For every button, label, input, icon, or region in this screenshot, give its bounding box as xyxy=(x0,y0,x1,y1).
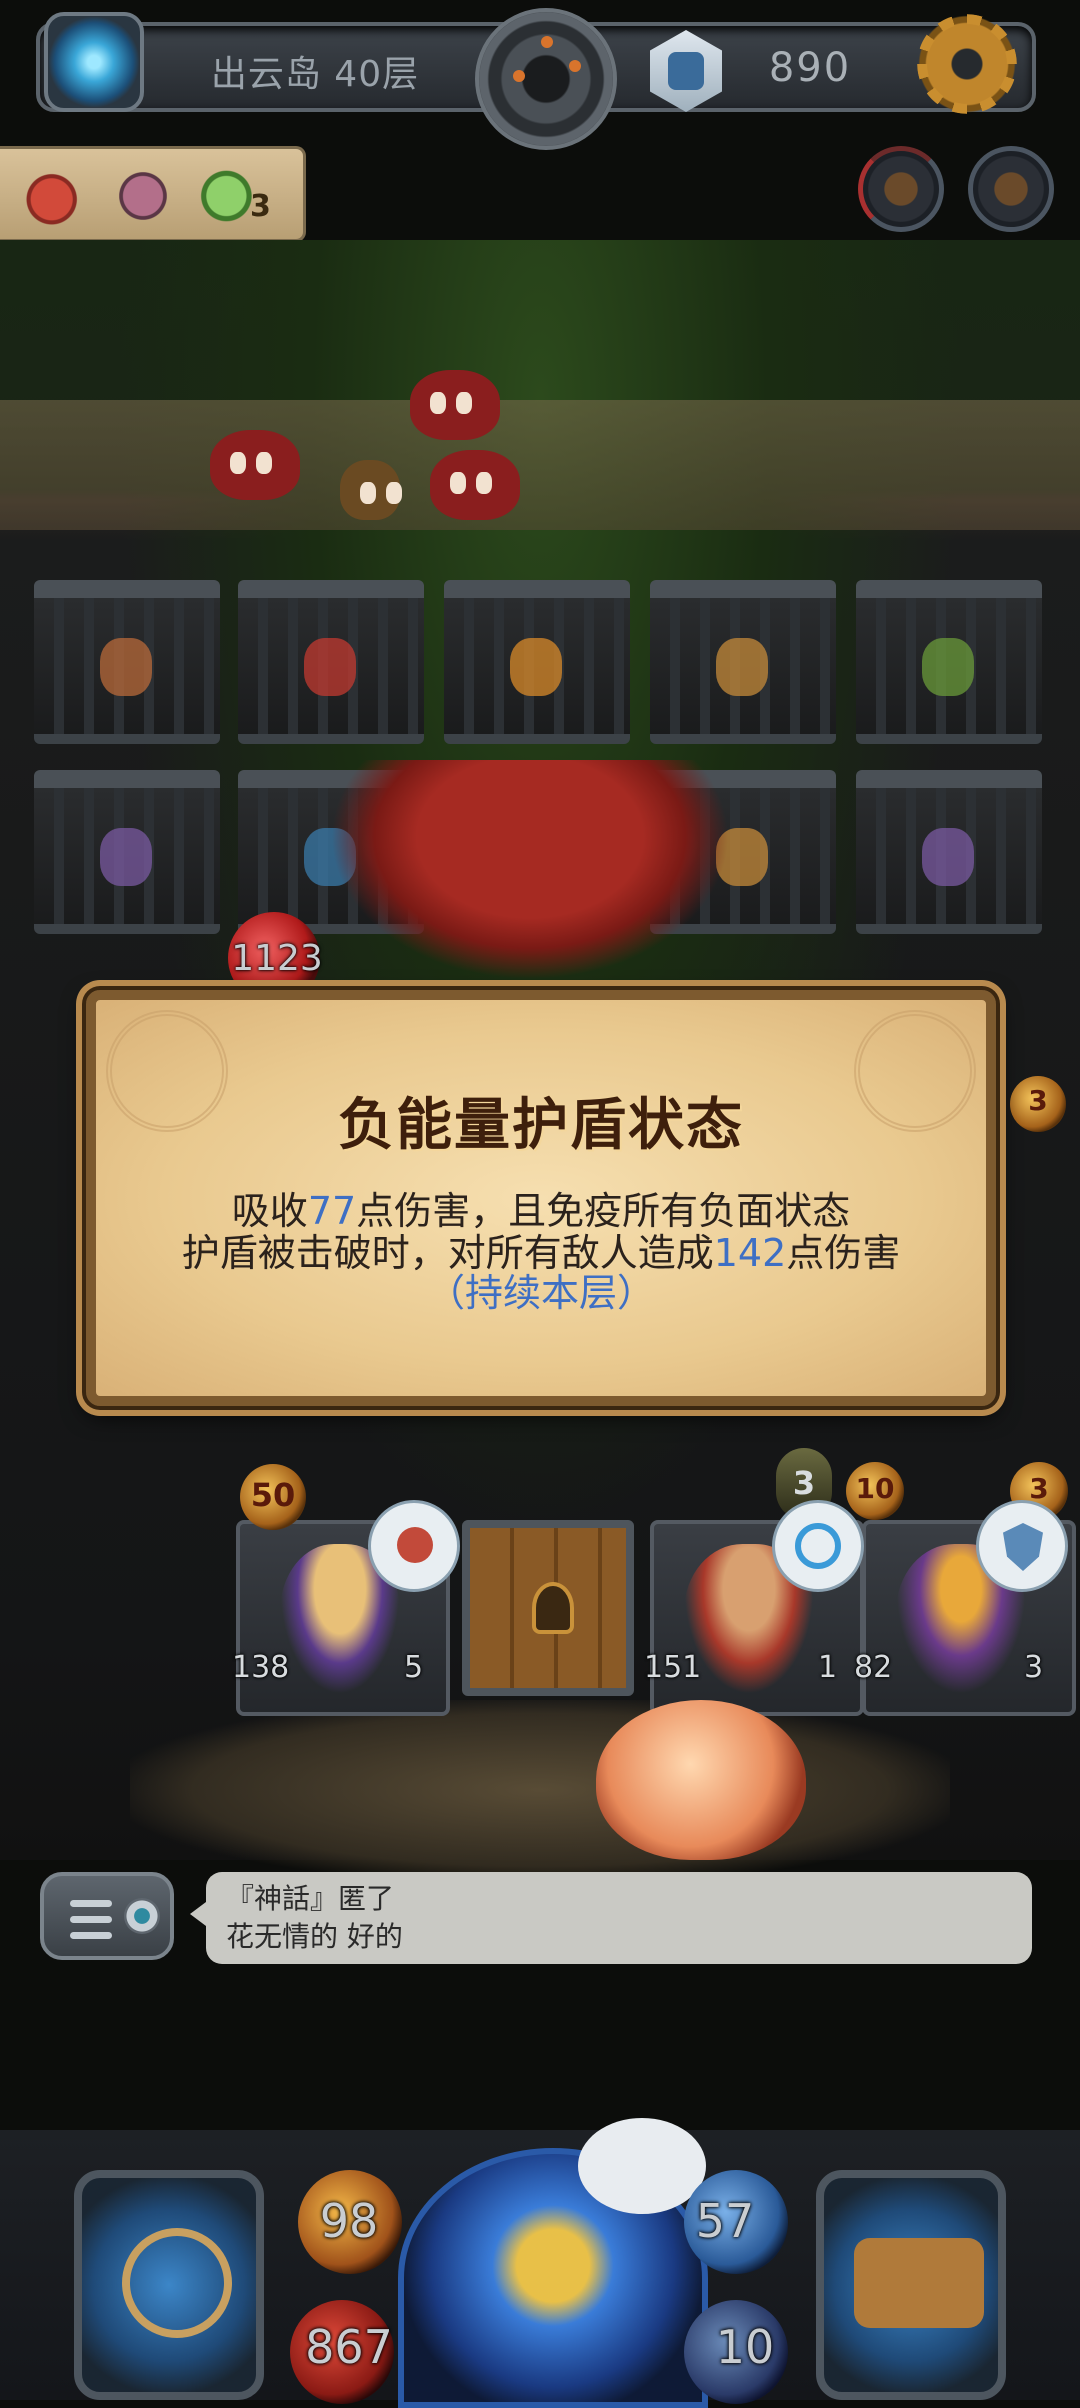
gear-dot-icon xyxy=(541,36,553,48)
status-info-dialog[interactable]: 负能量护盾状态 吸收77点伤害，且免疫所有负面状态 护盾被击破时，对所有敌人造成… xyxy=(86,990,996,1406)
hero-armor: 5 xyxy=(404,1650,424,1685)
cage-slot[interactable] xyxy=(34,770,220,934)
chat-line-2: 花无情的 好的 xyxy=(226,1918,1012,1956)
hero-hp: 138 xyxy=(232,1650,290,1685)
center-gear-icon[interactable] xyxy=(475,8,617,150)
cage-slot[interactable] xyxy=(856,770,1042,934)
dialog-duration: （持续本层） xyxy=(426,1271,655,1315)
boss-claws xyxy=(210,370,670,530)
orb-buff-icon[interactable] xyxy=(110,163,176,229)
compass-skill-slot[interactable] xyxy=(74,2170,264,2400)
hero-hp: 82 xyxy=(854,1650,893,1685)
status-bubble-icon xyxy=(772,1500,864,1592)
buff-tray[interactable]: 3 xyxy=(0,146,306,242)
enemy-portrait-badge[interactable] xyxy=(968,146,1054,232)
portal-icon[interactable] xyxy=(44,12,144,112)
chat-message: 好的 xyxy=(346,1920,403,1953)
claw-icon xyxy=(430,450,520,520)
cage-slot[interactable] xyxy=(34,580,220,744)
gear-dot-icon xyxy=(513,70,525,82)
settings-gear-icon[interactable] xyxy=(915,12,1019,116)
defense-value: 57 xyxy=(695,2194,755,2248)
whirl-icon xyxy=(795,1523,841,1569)
cage-slot[interactable] xyxy=(444,580,630,744)
peach-pot-icon[interactable] xyxy=(596,1700,806,1860)
caged-item-icon xyxy=(716,638,768,696)
camera-icon xyxy=(124,1898,160,1934)
compass-icon xyxy=(122,2228,232,2338)
cage-slot[interactable] xyxy=(650,580,836,744)
claw-icon xyxy=(210,430,300,500)
hp-value: 867 xyxy=(305,2320,393,2374)
demon-boss[interactable] xyxy=(330,760,730,980)
caged-item-icon xyxy=(922,828,974,886)
menu-bar-icon xyxy=(70,1916,112,1923)
cage-slot[interactable] xyxy=(238,580,424,744)
hero-armor: 1 xyxy=(818,1650,838,1685)
sand-floor xyxy=(130,1700,950,1880)
shield-icon xyxy=(1003,1523,1043,1571)
rage-icon xyxy=(397,1527,433,1563)
hero-attack-badge: 50 xyxy=(240,1464,306,1530)
chat-sender: 花无情的 xyxy=(226,1920,339,1953)
keyhole-icon xyxy=(532,1582,574,1634)
blood-drop-buff-icon[interactable] xyxy=(22,163,88,229)
scroll-icon xyxy=(854,2238,984,2328)
menu-button[interactable] xyxy=(40,1872,174,1960)
hero-attack-badge: 10 xyxy=(846,1462,904,1520)
chat-line-1: 『神話』匿了 xyxy=(226,1882,395,1915)
cage-slot[interactable] xyxy=(856,580,1042,744)
caged-item-icon xyxy=(100,828,152,886)
hero-hp: 151 xyxy=(644,1650,702,1685)
gem-count: 890 xyxy=(768,45,852,91)
poison-cloud-count: 3 xyxy=(250,189,271,224)
caged-item-icon xyxy=(100,638,152,696)
chat-box[interactable]: 『神話』匿了 花无情的 好的 xyxy=(190,1872,1032,1964)
spiked-ball-icon xyxy=(340,460,400,520)
mana-value: 10 xyxy=(715,2320,775,2374)
status-bubble-icon xyxy=(368,1500,460,1592)
right-counter-badge: 3 xyxy=(1010,1076,1066,1132)
caged-item-icon xyxy=(922,638,974,696)
claw-icon xyxy=(410,370,500,440)
enemy-portrait-badge[interactable] xyxy=(858,146,944,232)
menu-bar-icon xyxy=(70,1900,112,1907)
status-bubble-icon xyxy=(976,1500,1068,1592)
caged-item-icon xyxy=(304,638,356,696)
hero-armor: 3 xyxy=(1024,1650,1044,1685)
floor-label: 出云岛 40层 xyxy=(210,54,420,95)
boss-hp-value: 1123 xyxy=(231,938,323,979)
gear-dot-icon xyxy=(569,60,581,72)
caged-item-icon xyxy=(510,638,562,696)
menu-bar-icon xyxy=(70,1932,112,1939)
scroll-skill-slot[interactable] xyxy=(816,2170,1006,2400)
attack-value: 98 xyxy=(319,2194,379,2248)
dialog-title: 负能量护盾状态 xyxy=(338,1093,744,1158)
